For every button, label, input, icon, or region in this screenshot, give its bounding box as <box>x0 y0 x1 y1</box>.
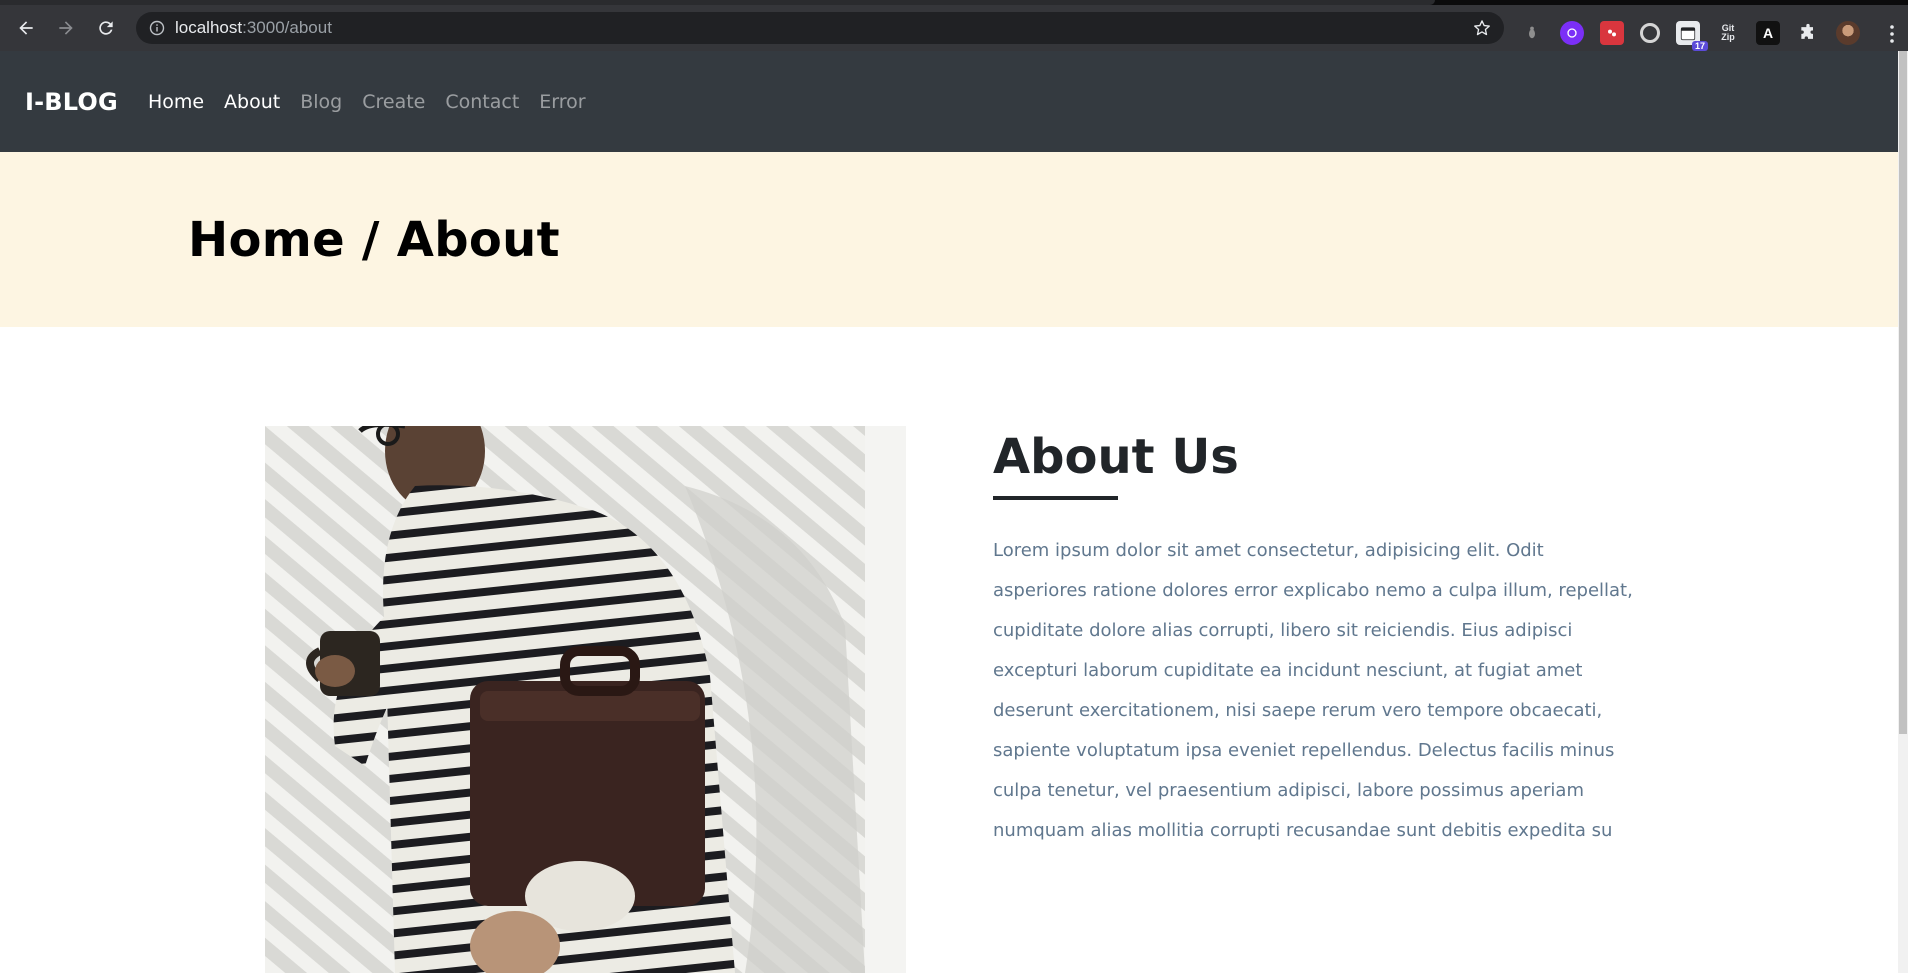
info-icon[interactable] <box>149 20 165 36</box>
about-paragraph: Lorem ipsum dolor sit amet consectetur, … <box>993 540 1633 841</box>
scrollbar-thumb[interactable] <box>1899 51 1907 734</box>
about-photo <box>265 426 906 973</box>
back-icon[interactable] <box>13 15 39 41</box>
avatar[interactable] <box>1836 21 1860 45</box>
bug-icon[interactable] <box>1520 21 1544 45</box>
target-icon[interactable] <box>1640 23 1660 43</box>
nav-link-about[interactable]: About <box>224 91 280 113</box>
site-navbar: I-BLOG Home About Blog Create Contact Er… <box>0 51 1898 152</box>
purple-ext-icon[interactable] <box>1560 21 1584 45</box>
browser-toolbar: localhost:3000/about 17 Git Zip A <box>0 5 1908 51</box>
page-scrollbar[interactable] <box>1898 51 1908 973</box>
menu-kebab-icon[interactable] <box>1880 22 1904 46</box>
a-ext-icon[interactable]: A <box>1756 21 1780 45</box>
breadcrumb-banner: Home / About <box>0 152 1898 327</box>
extensions-bar: 17 Git Zip A <box>1520 10 1876 56</box>
nav-link-contact[interactable]: Contact <box>445 91 519 113</box>
brand-logo[interactable]: I-BLOG <box>25 88 118 116</box>
gitzip-icon[interactable]: Git Zip <box>1716 21 1740 45</box>
page-viewport: I-BLOG Home About Blog Create Contact Er… <box>0 51 1898 973</box>
about-heading: About Us <box>993 429 1239 485</box>
forward-icon[interactable] <box>53 15 79 41</box>
calendar-badge: 17 <box>1691 41 1708 51</box>
nav-link-create[interactable]: Create <box>362 91 425 113</box>
bookmark-star-icon[interactable] <box>1472 18 1492 38</box>
breadcrumb-title: Home / About <box>188 212 560 268</box>
address-bar[interactable]: localhost:3000/about <box>136 12 1504 44</box>
nav-link-error[interactable]: Error <box>539 91 585 113</box>
reload-icon[interactable] <box>93 15 119 41</box>
calendar-icon[interactable]: 17 <box>1676 21 1708 51</box>
nav-link-home[interactable]: Home <box>148 91 204 113</box>
url-text: localhost:3000/about <box>175 18 332 37</box>
puzzle-icon[interactable] <box>1796 21 1820 45</box>
red-ext-icon[interactable] <box>1600 21 1624 45</box>
nav-links: Home About Blog Create Contact Error <box>148 91 606 113</box>
heading-underline <box>993 496 1118 500</box>
nav-link-blog[interactable]: Blog <box>300 91 342 113</box>
